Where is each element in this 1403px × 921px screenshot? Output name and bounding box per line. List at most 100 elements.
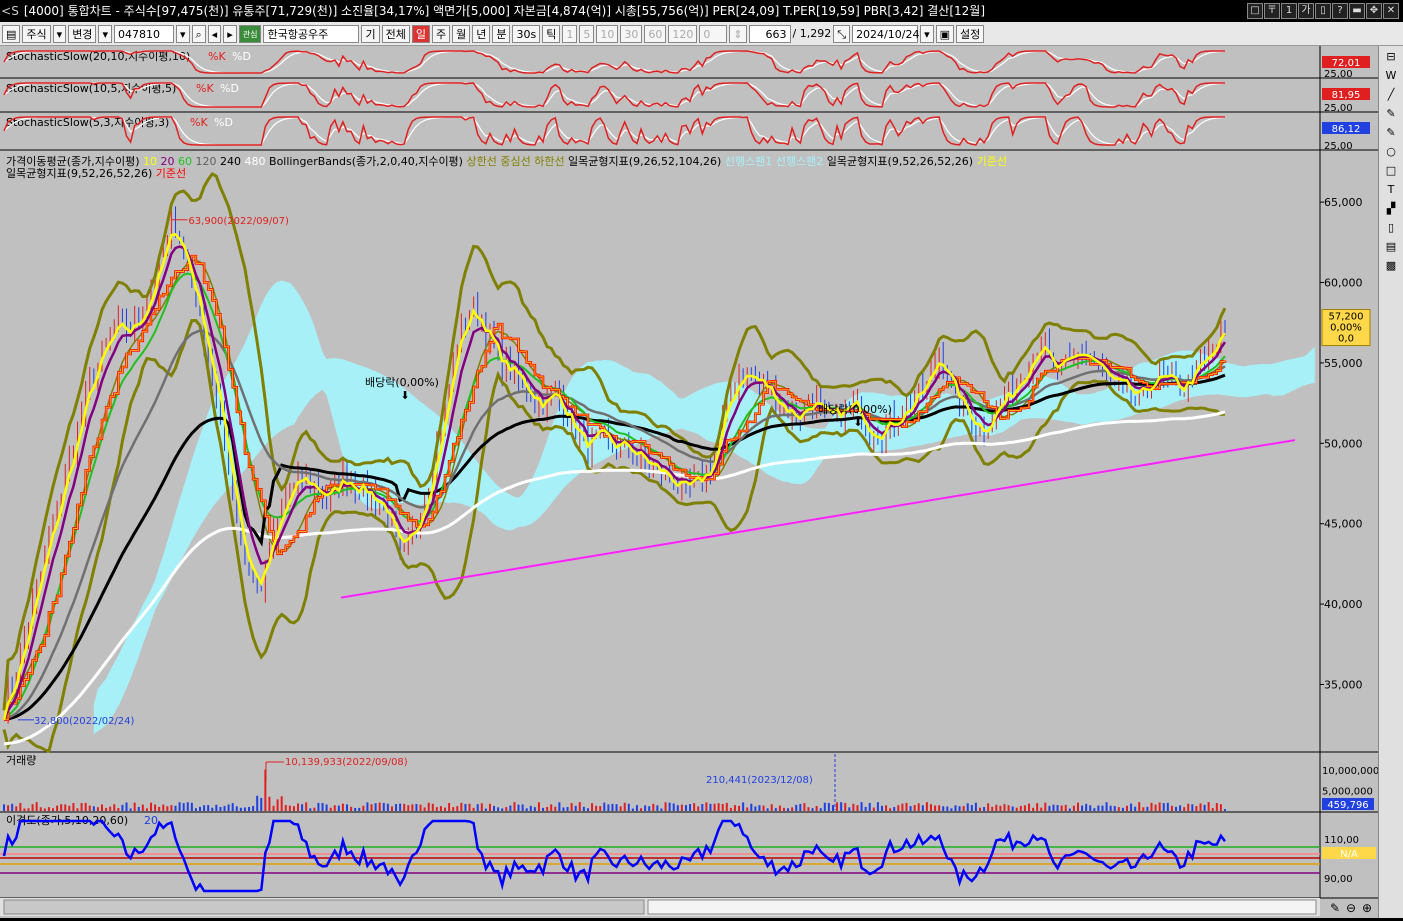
stock-dropdown-icon[interactable]: ▾	[175, 24, 190, 43]
legend-entry: 240	[217, 155, 242, 168]
scroll-tool-icon[interactable]: ✎	[1330, 901, 1340, 915]
restore-icon[interactable]: □	[1247, 3, 1263, 19]
interval-120-button[interactable]: 120	[668, 24, 698, 43]
interval-30-button[interactable]: 30	[620, 24, 643, 43]
tool-marker-icon[interactable]: ✎	[1382, 125, 1400, 141]
period-year-tab[interactable]: 년	[472, 24, 491, 43]
tool-grid-icon[interactable]: ▤	[1382, 239, 1400, 255]
prev-stock-icon[interactable]: ◂	[207, 24, 222, 43]
legend-entry: 일목균형지표(9,52,26,52,26)	[6, 166, 152, 180]
price-y-tick: 60,000	[1324, 277, 1363, 290]
change-select[interactable]: 변경	[68, 24, 97, 43]
chart-toolbar: ▤ 주식 ▾ 변경 ▾ 047810 ▾ ⌕ ◂ ▸ 관심 한국항공우주 기 전…	[0, 22, 1403, 46]
minimize-icon[interactable]: ▬	[1349, 3, 1365, 19]
legend-entry: 중심선	[497, 155, 531, 168]
offset-stepper-icon[interactable]: ⇕	[729, 24, 747, 43]
group-icon[interactable]: 관심	[238, 24, 262, 43]
tool-panel-icon[interactable]: ⊟	[1382, 49, 1400, 65]
layout-gaga-icon[interactable]: 가	[1298, 3, 1314, 19]
market-dropdown-icon[interactable]: ▾	[52, 24, 67, 43]
tool-circle-icon[interactable]: ○	[1382, 144, 1400, 160]
layout-1-icon[interactable]: 1	[1281, 3, 1297, 19]
tool-pattern-icon[interactable]: ▩	[1382, 258, 1400, 274]
settings-button[interactable]: 설정	[956, 24, 985, 43]
period-30s-tab[interactable]: 30s	[512, 24, 541, 43]
price-y-tick: 50,000	[1324, 437, 1363, 450]
split-icon[interactable]: ▯	[1315, 3, 1331, 19]
price-legend-row-2: 일목균형지표(9,52,26,52,26) 기준선	[6, 166, 186, 180]
market-select[interactable]: 주식	[22, 24, 51, 43]
tool-text-icon[interactable]: T	[1382, 182, 1400, 198]
interval-1-button[interactable]: 1	[562, 24, 578, 43]
volume-high-label: 10,139,933(2022/09/08)	[285, 757, 408, 768]
legend-entry: 120	[192, 155, 217, 168]
chart-svg[interactable]: StochasticSlow(20,10,지수이평,10) %K %D 72,0…	[0, 46, 1379, 918]
stochastic-3-k-label: %K	[190, 116, 208, 129]
period-minute-tab[interactable]: 분	[492, 24, 511, 43]
offset-input[interactable]: 0	[699, 24, 728, 43]
date-input[interactable]: 2024/10/24	[852, 24, 919, 43]
close-icon[interactable]: ✕	[1383, 3, 1399, 19]
low-annotation: 32,800(2022/02/24)	[18, 716, 135, 727]
dividend-label-2: 배당락(0,00%)	[818, 403, 892, 416]
move-icon[interactable]: ✥	[1366, 3, 1382, 19]
current-price-value: 57,200	[1329, 312, 1364, 323]
tool-rect-icon[interactable]: □	[1382, 163, 1400, 179]
period-day-tab[interactable]: 일	[411, 24, 430, 43]
tool-w-icon[interactable]: W	[1382, 68, 1400, 84]
window-code: [4000]	[23, 4, 64, 18]
volume-low-label: 210,441(2023/12/08)	[706, 775, 813, 786]
legend-entry: 기준선	[973, 155, 1007, 168]
legend-entry: 기준선	[152, 167, 186, 180]
chart-area[interactable]: StochasticSlow(20,10,지수이평,10) %K %D 72,0…	[0, 46, 1379, 918]
tool-fib-icon[interactable]: ▞	[1382, 201, 1400, 217]
stochastic-2-k-label: %K	[196, 82, 214, 95]
interval-10-button[interactable]: 10	[596, 24, 619, 43]
view-all-button[interactable]: 전체	[381, 24, 410, 43]
zoom-icon[interactable]: ⤡	[833, 24, 851, 43]
dividend-arrow-2-icon: ⬇	[853, 416, 862, 429]
high-annotation: 63,900(2022/09/07)	[171, 216, 289, 227]
volume-title: 거래량	[6, 754, 36, 767]
layout-icon[interactable]: ▤	[2, 24, 21, 43]
stochastic-2-d-label: %D	[220, 82, 239, 95]
tool-pen-icon[interactable]: ✎	[1382, 106, 1400, 122]
stochastic-2-value: 81,95	[1332, 90, 1361, 101]
price-y-tick: 45,000	[1324, 518, 1363, 531]
tool-line-icon[interactable]: ╱	[1382, 87, 1400, 103]
legend-entry: 480	[241, 155, 266, 168]
help-icon[interactable]: ?	[1332, 3, 1348, 19]
disparity-tick-110: 110,00	[1324, 835, 1359, 846]
save-icon[interactable]: ▣	[935, 24, 954, 43]
count-input[interactable]: 663	[748, 24, 791, 43]
stochastic-1-k-label: %K	[208, 50, 226, 63]
change-dropdown-icon[interactable]: ▾	[98, 24, 112, 43]
view-gi-button[interactable]: 기	[361, 24, 380, 43]
search-icon[interactable]: ⌕	[191, 24, 206, 43]
interval-60-button[interactable]: 60	[644, 24, 667, 43]
app-logo-icon: <S	[1, 4, 19, 18]
next-stock-icon[interactable]: ▸	[223, 24, 237, 43]
horizontal-scrollbar[interactable]: ✎ ⊖ ⊕	[0, 898, 1372, 916]
tool-copy-icon[interactable]: ▯	[1382, 220, 1400, 236]
disparity-value: N/A	[1340, 849, 1358, 860]
scrollbar-left-area[interactable]	[3, 899, 645, 915]
stock-code-input[interactable]: 047810	[113, 24, 174, 43]
period-week-tab[interactable]: 주	[431, 24, 451, 43]
title-bar: <S [4000] 통합차트 - 주식수[97,475(천)] 유통주[71,7…	[0, 0, 1403, 22]
dividend-arrow-1-icon: ⬇	[400, 389, 409, 402]
legend-entry: 일목균형지표(9,52,26,52,26)	[823, 154, 973, 168]
zoom-out-icon[interactable]: ⊖	[1346, 901, 1356, 915]
interval-5-button[interactable]: 5	[579, 24, 595, 43]
period-tick-tab[interactable]: 틱	[542, 24, 561, 43]
zoom-in-icon[interactable]: ⊕	[1362, 901, 1372, 915]
scrollbar-thumb[interactable]	[647, 899, 1317, 915]
pin-icon[interactable]: 〒	[1264, 3, 1280, 19]
legend-entry: 하한선	[531, 154, 565, 168]
period-month-tab[interactable]: 월	[452, 24, 471, 43]
stochastic-1-d-label: %D	[232, 50, 251, 63]
date-dropdown-icon[interactable]: ▾	[920, 24, 934, 43]
stochastic-1-axis: 25,00	[1324, 69, 1353, 80]
stochastic-3-d-label: %D	[214, 116, 233, 129]
dividend-label-1: 배당락(0,00%)	[365, 376, 439, 389]
